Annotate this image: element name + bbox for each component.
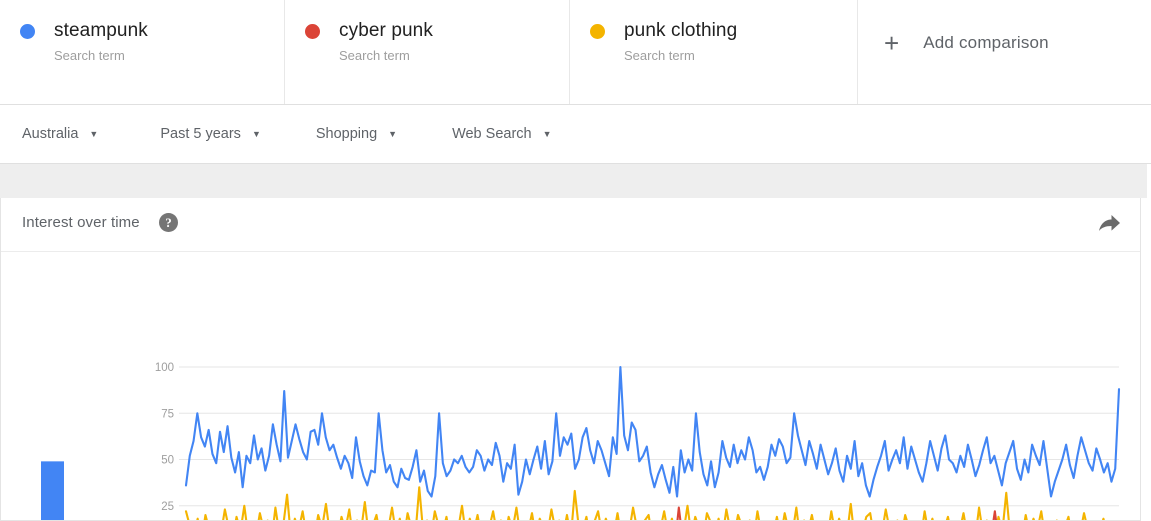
term-label-1: steampunk [54,20,148,41]
add-comparison-label: Add comparison [923,33,1049,52]
interest-over-time-card: Interest over time ? Average 255075100Ap… [0,198,1141,521]
term-card-2[interactable]: cyber punk Search term [285,0,570,104]
term-text-3: punk clothing Search term [624,18,737,64]
svg-text:75: 75 [161,408,174,420]
svg-text:50: 50 [161,455,174,467]
term-text-2: cyber punk Search term [339,18,433,64]
average-bars-panel: Average [1,252,151,520]
chevron-down-icon: ▼ [251,128,261,139]
term-color-dot-yellow [590,24,605,39]
chevron-down-icon: ▼ [542,128,552,139]
share-icon[interactable] [1096,212,1122,236]
interest-over-time-svg: 255075100Apr 8, 2012Dec 29, 2013Sep 20, … [155,362,1121,520]
filter-location-label: Australia [22,126,79,142]
plus-icon: + [884,28,900,58]
add-comparison-inner[interactable]: + Add comparison [858,30,1049,56]
filter-category[interactable]: Shopping ▼ [316,126,397,142]
filter-category-label: Shopping [315,126,378,142]
chevron-down-icon: ▼ [388,128,398,139]
term-subtitle-2: Search term [339,48,410,63]
term-head-1: steampunk Search term [20,18,284,64]
term-subtitle-1: Search term [54,48,125,63]
average-bars-svg: Average [41,461,64,520]
term-text-1: steampunk Search term [54,18,148,64]
trends-page: steampunk Search term cyber punk Search … [0,0,1151,521]
interest-over-time-chart[interactable]: 255075100Apr 8, 2012Dec 29, 2013Sep 20, … [141,252,1140,520]
term-color-dot-blue [20,24,35,39]
background-band [0,164,1147,198]
add-comparison-card[interactable]: + Add comparison [858,0,1151,104]
svg-text:25: 25 [161,501,174,513]
term-subtitle-3: Search term [624,48,695,63]
filter-bar: Australia ▼ Past 5 years ▼ Shopping ▼ We… [0,105,1151,164]
term-card-1[interactable]: steampunk Search term [0,0,285,104]
term-head-3: punk clothing Search term [590,18,857,64]
svg-text:100: 100 [155,362,174,374]
chevron-down-icon: ▼ [89,128,99,139]
chart-body: Average 255075100Apr 8, 2012Dec 29, 2013… [1,252,1140,520]
filter-search-type[interactable]: Web Search ▼ [452,126,551,142]
term-head-2: cyber punk Search term [305,18,569,64]
filter-location[interactable]: Australia ▼ [22,126,98,142]
filter-search-type-label: Web Search [452,126,532,142]
term-label-2: cyber punk [339,20,433,41]
help-icon[interactable]: ? [159,213,178,232]
filter-time-range[interactable]: Past 5 years ▼ [160,126,261,142]
term-color-dot-red [305,24,320,39]
page-title: Interest over time [22,214,140,231]
card-header: Interest over time ? [1,198,1140,252]
term-card-3[interactable]: punk clothing Search term [570,0,858,104]
search-terms-row: steampunk Search term cyber punk Search … [0,0,1151,105]
filter-time-range-label: Past 5 years [160,126,241,142]
term-label-3: punk clothing [624,20,738,41]
